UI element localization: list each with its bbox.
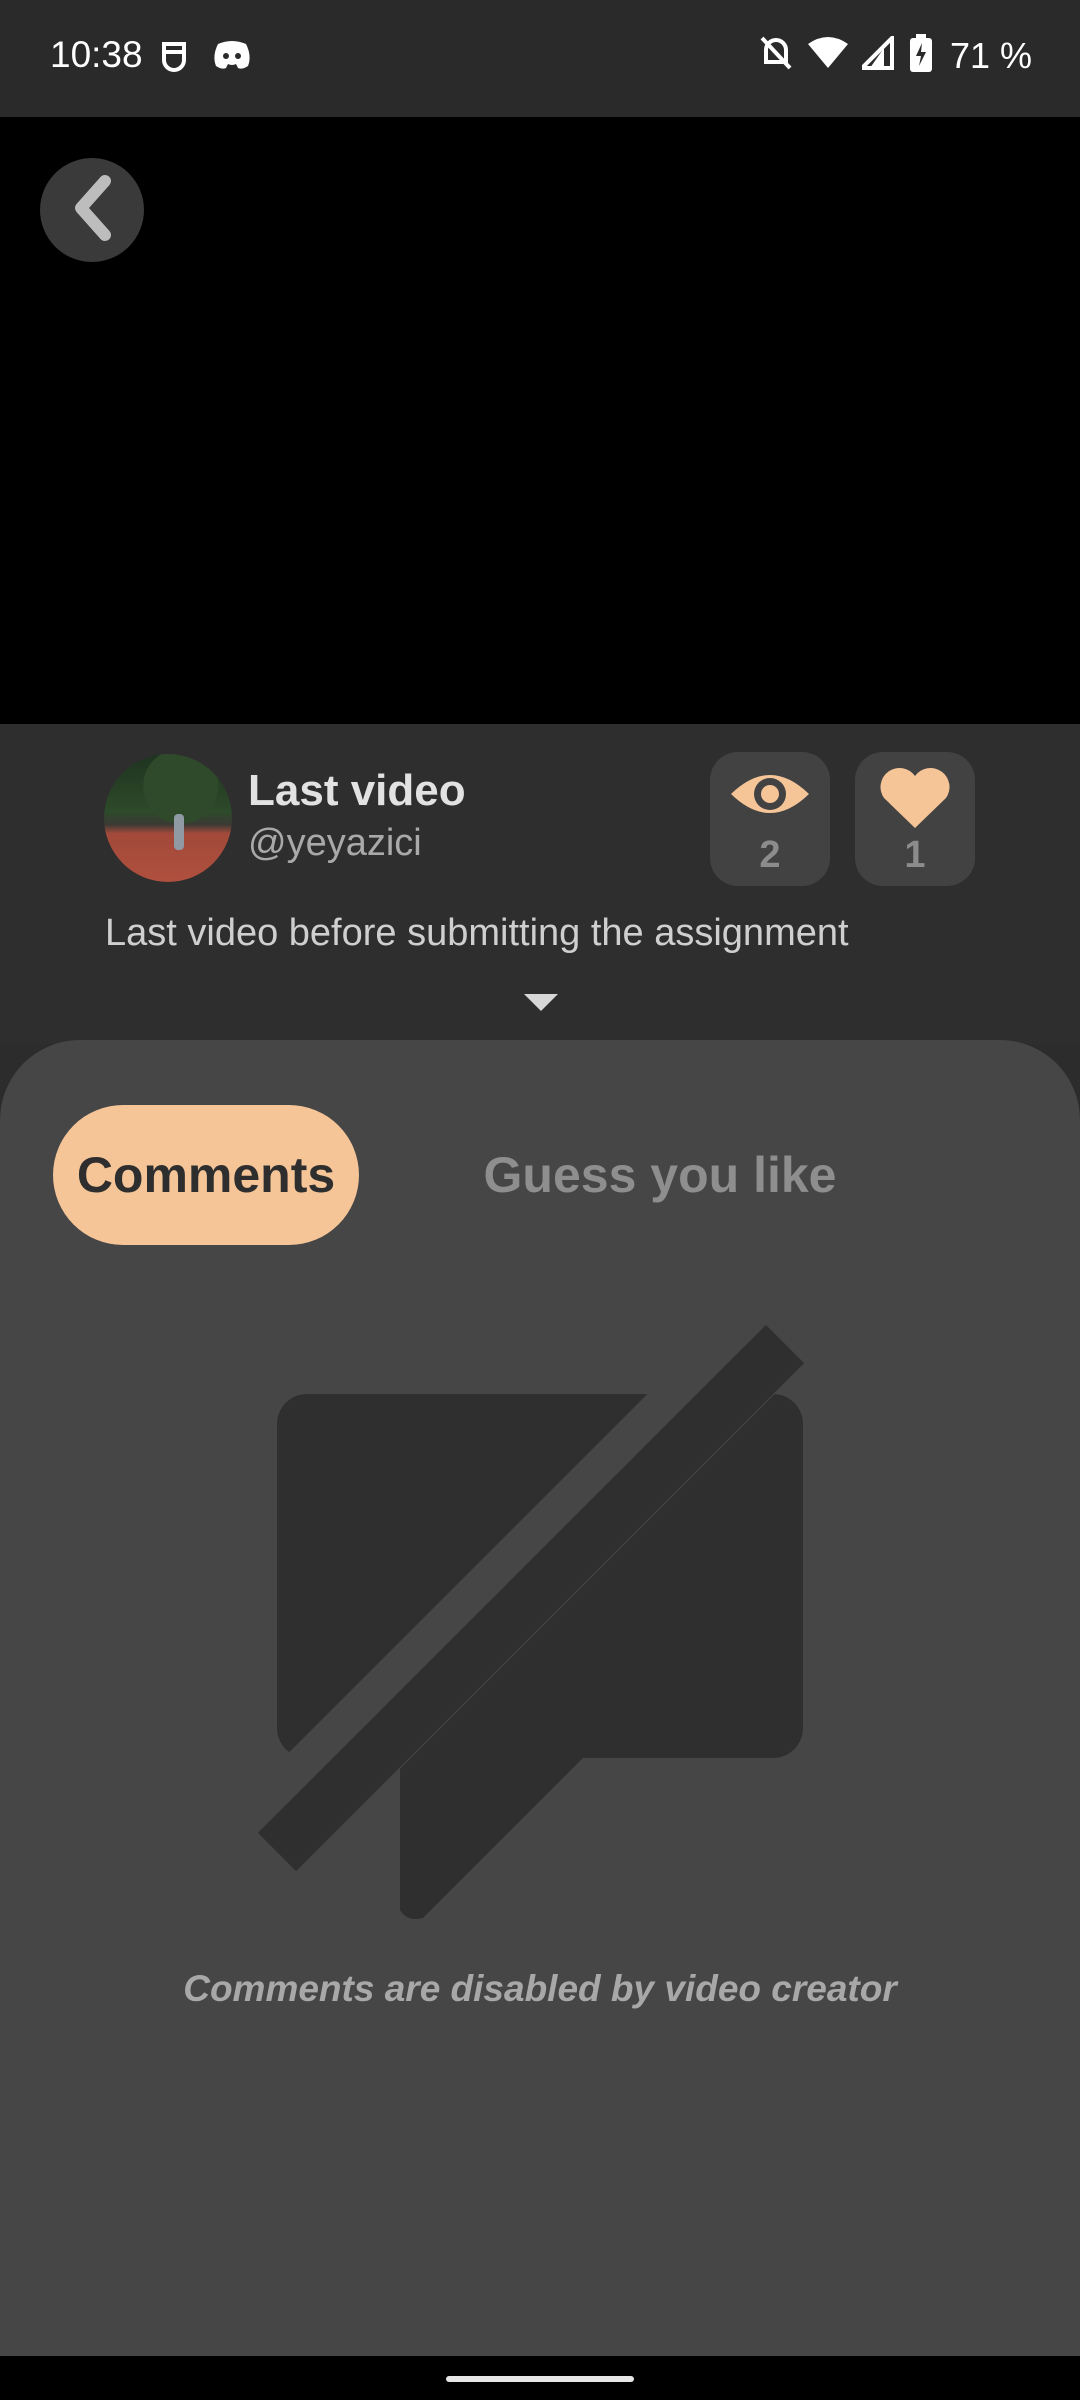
video-title: Last video [248,766,466,815]
notifications-off-icon [758,34,794,77]
heart-icon [855,766,975,830]
like-button[interactable]: 1 [855,752,975,886]
comments-disabled-message: Comments are disabled by video creator [183,1968,897,2009]
signal-icon [857,33,896,75]
comments-disabled-icon [223,1244,835,1935]
views-counter: 2 [710,752,830,886]
battery-charging-icon [909,34,932,77]
tab-guess-you-like[interactable]: Guess you like [440,1105,880,1245]
expand-description-icon[interactable] [524,994,558,1011]
status-time: 10:38 [50,34,143,75]
discord-icon [212,38,252,81]
status-left-icons [158,38,252,81]
views-count: 2 [759,834,781,876]
video-description: Last video before submitting the assignm… [105,912,849,954]
battery-percentage: 71 % [949,34,1032,76]
likes-count: 1 [904,834,926,876]
creator-handle[interactable]: @yeyazici [248,822,422,865]
home-indicator[interactable] [446,2376,634,2382]
avatar-photo [174,814,184,850]
eye-icon [710,766,830,822]
wifi-icon [807,36,848,75]
back-button[interactable] [40,158,144,262]
status-bar: 10:38 71 % [0,0,1080,117]
vpn-key-icon [158,38,190,81]
status-right: 71 % [758,33,1032,77]
video-player[interactable] [0,117,1080,724]
creator-avatar[interactable] [104,754,232,882]
chevron-left-icon [67,173,117,248]
tab-comments[interactable]: Comments [53,1105,359,1245]
